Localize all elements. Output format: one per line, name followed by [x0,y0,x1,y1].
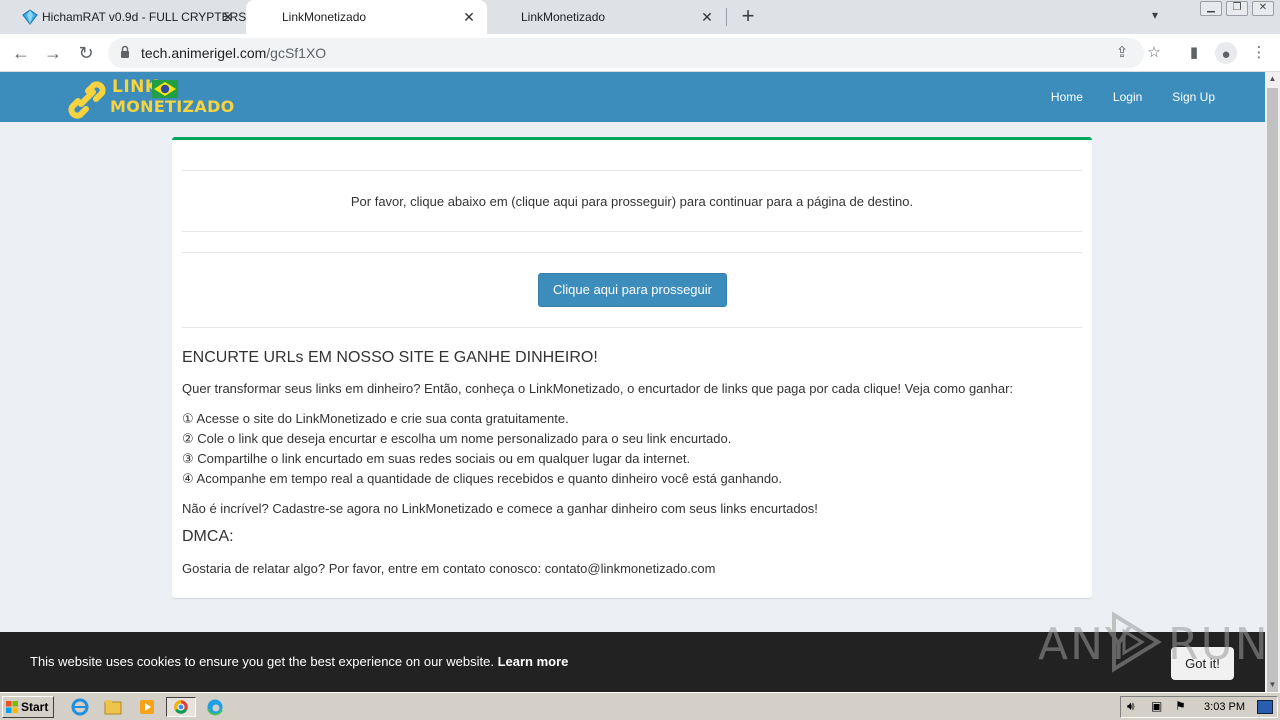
proceed-button[interactable]: Clique aqui para prosseguir [538,273,727,307]
site-nav: Home Login Sign Up [1051,72,1265,122]
nav-sign-up[interactable]: Sign Up [1172,72,1215,122]
browser-tabstrip: HichamRAT v0.9d - FULL CRYPTERS ✕ LinkMo… [0,0,1280,34]
anyrun-watermark: ANY RUN [1038,607,1265,677]
scrollbar-thumb[interactable] [1267,88,1278,692]
learn-more-link[interactable]: Learn more [498,654,569,669]
vertical-scrollbar[interactable]: ▲ ▼ [1265,72,1280,692]
show-desktop-icon[interactable] [1257,700,1273,714]
taskbar-clock[interactable]: 3:03 PM [1204,701,1245,713]
diamond-favicon-icon [22,9,38,25]
cookie-text: This website uses cookies to ensure you … [30,654,494,669]
promo-closing: Não é incrível? Cadastre-se agora no Lin… [182,501,818,516]
profile-avatar-icon[interactable]: ● [1215,42,1237,64]
start-label: Start [21,700,49,714]
site-logo[interactable]: LINK MONETIZADO [64,75,234,121]
bookmark-star-icon[interactable]: ☆ [1144,43,1164,63]
logo-text-monetizado: MONETIZADO [110,97,235,116]
system-tray: 🔊︎ ▣ ⚑ 3:03 PM [1120,696,1278,718]
tab-search-chevron-icon[interactable]: ▾ [1152,8,1158,22]
action-center-flag-icon[interactable]: ⚑ [1175,699,1186,713]
promo-heading: ENCURTE URLs EM NOSSO SITE E GANHE DINHE… [182,349,598,366]
divider [182,327,1082,328]
file-explorer-icon[interactable] [102,697,124,717]
watermark-text-right: RUN [1168,619,1265,670]
media-player-icon[interactable] [136,697,158,717]
dmca-text: Gostaria de relatar algo? Por favor, ent… [182,561,716,576]
cookie-message: This website uses cookies to ensure you … [30,654,568,669]
content-card: Por favor, clique abaixo em (clique aqui… [172,137,1092,598]
kebab-menu-icon[interactable]: ⋮ [1246,40,1272,66]
forward-arrow-icon[interactable]: → [40,40,66,66]
promo-intro: Quer transformar seus links em dinheiro?… [182,381,1014,396]
screen: HichamRAT v0.9d - FULL CRYPTERS ✕ LinkMo… [0,0,1280,720]
tab-hichamrat[interactable]: HichamRAT v0.9d - FULL CRYPTERS ✕ [12,0,246,34]
step-item: ③ Compartilhe o link encurtado em suas r… [182,451,691,466]
share-icon[interactable]: ⇪ [1112,43,1132,63]
tab-title: LinkMonetizado [521,10,606,24]
close-tab-icon[interactable]: ✕ [699,9,715,25]
window-controls: ▁ ❐ ✕ [1200,1,1274,16]
scroll-down-arrow-icon[interactable]: ▼ [1265,678,1280,692]
url-text[interactable]: tech.animerigel.com/gcSf1XO [141,45,326,61]
tab-linkmonetizado-active[interactable]: LinkMonetizado ✕ [246,0,487,34]
close-tab-icon[interactable]: ✕ [461,9,477,25]
url-domain: tech.animerigel.com [141,45,267,61]
reload-icon[interactable]: ↻ [73,40,99,66]
brazil-flag-icon [152,80,178,98]
tab-linkmonetizado[interactable]: LinkMonetizado ✕ [487,0,725,34]
address-bar[interactable]: tech.animerigel.com/gcSf1XO ⇪ ☆ [108,38,1161,68]
tab-title: HichamRAT v0.9d - FULL CRYPTERS [42,10,246,24]
page-viewport: LINK MONETIZADO Home Login Sign Up Por f… [0,72,1265,692]
lock-icon [121,45,129,58]
play-triangle-icon [1112,611,1162,673]
volume-icon[interactable]: 🔊︎ [1127,699,1135,714]
windows-taskbar: Start 🔊︎ ▣ ⚑ 3:03 PM [0,692,1280,720]
divider [182,252,1082,253]
step-item: ② Cole o link que deseja encurtar e esco… [182,431,732,446]
nav-home[interactable]: Home [1051,72,1083,122]
tab-separator [726,8,727,26]
browser-toolbar: ← → ↻ tech.animerigel.com/gcSf1XO ⇪ ☆ ▮ … [0,34,1280,72]
site-header: LINK MONETIZADO Home Login Sign Up [0,72,1265,122]
side-panel-icon[interactable]: ▮ [1181,40,1207,66]
scroll-up-arrow-icon[interactable]: ▲ [1265,72,1280,86]
new-tab-button[interactable]: + [736,5,760,29]
step-item: ① Acesse o site do LinkMonetizado e crie… [182,411,569,426]
chrome-taskbar-icon[interactable] [166,697,196,717]
dmca-heading: DMCA: [182,528,234,545]
edge-browser-icon[interactable] [204,697,226,717]
nav-login[interactable]: Login [1113,72,1142,122]
tab-title: LinkMonetizado [282,10,367,24]
close-tab-icon[interactable]: ✕ [220,9,236,25]
redirect-notice: Por favor, clique abaixo em (clique aqui… [350,194,914,209]
restore-icon[interactable]: ❐ [1226,1,1248,16]
divider [182,170,1082,171]
network-icon[interactable]: ▣ [1151,699,1162,713]
windows-logo-icon [6,701,18,713]
internet-explorer-icon[interactable] [69,697,91,717]
start-button[interactable]: Start [2,696,54,718]
minimize-icon[interactable]: ▁ [1200,1,1222,16]
back-arrow-icon[interactable]: ← [8,40,34,66]
close-window-icon[interactable]: ✕ [1252,1,1274,16]
step-item: ④ Acompanhe em tempo real a quantidade d… [182,471,782,486]
divider [182,231,1082,232]
url-path: /gcSf1XO [266,45,327,61]
chain-link-icon [68,81,106,119]
